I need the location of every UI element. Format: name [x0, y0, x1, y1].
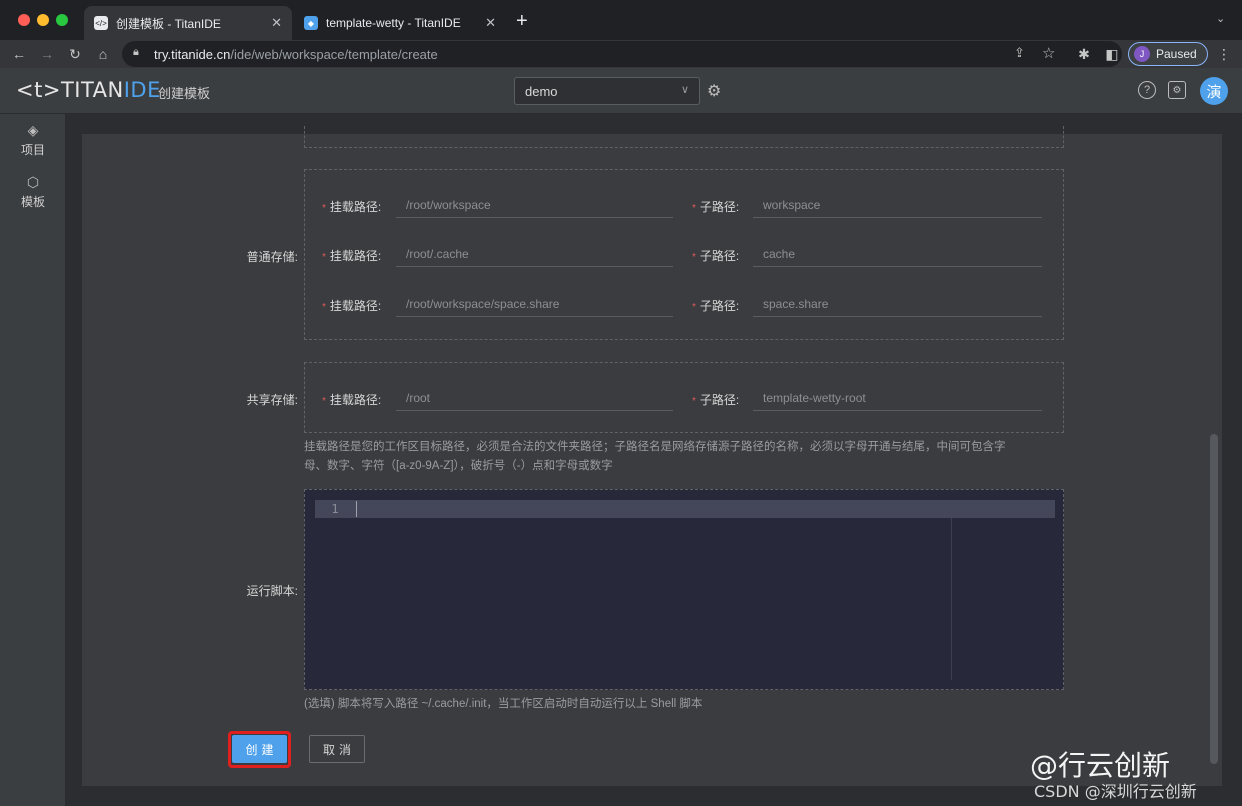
editor-line-number: 1: [331, 502, 339, 516]
sub-path-label: * 子路径:: [692, 200, 740, 214]
titan-icon: </>: [94, 16, 108, 30]
watermark-subtitle: CSDN @深圳行云创新: [1034, 782, 1197, 801]
close-tab-icon[interactable]: ✕: [485, 15, 496, 31]
sidebar-item-label: 模板: [20, 195, 45, 209]
highlight-box: [228, 731, 291, 768]
lock-icon: 🔒︎: [133, 46, 139, 58]
console-settings-icon[interactable]: ⚙: [1168, 81, 1186, 99]
sub-path-label: * 子路径:: [692, 393, 740, 407]
browser-tab-strip: </> 创建模板 - TitanIDE ✕ ◆ template-wetty -…: [0, 0, 1242, 40]
mount-path-label: * 挂载路径:: [322, 249, 382, 263]
share-icon[interactable]: ⇪: [1014, 45, 1025, 61]
user-avatar[interactable]: 演: [1200, 77, 1228, 105]
tab-title: 创建模板 - TitanIDE: [116, 16, 221, 31]
side-panel-icon[interactable]: ◧: [1102, 44, 1122, 64]
mount-path-input[interactable]: /root: [396, 387, 673, 411]
normal-storage-label: 普通存储:: [246, 250, 298, 264]
profile-button[interactable]: J Paused: [1128, 42, 1208, 66]
script-hint: (选填) 脚本将写入路径 ~/.cache/.init，当工作区启动时自动运行以…: [304, 698, 703, 710]
sub-path-input[interactable]: workspace: [753, 194, 1042, 218]
mount-path-label: * 挂载路径:: [322, 393, 382, 407]
layers-icon: ◈: [27, 122, 39, 138]
mount-path-label: * 挂载路径:: [322, 200, 382, 214]
workspace-select[interactable]: demo ∨: [514, 77, 700, 105]
window-close-button[interactable]: [18, 14, 30, 26]
url-path: /ide/web/workspace/template/create: [230, 46, 438, 62]
url-host: try.titanide.cn: [154, 46, 231, 62]
settings-gear-icon[interactable]: ⚙: [707, 81, 721, 101]
close-tab-icon[interactable]: ✕: [271, 15, 282, 31]
sidebar-item-label: 项目: [20, 143, 45, 157]
scrollbar[interactable]: [1210, 434, 1218, 764]
help-icon[interactable]: ?: [1138, 81, 1156, 99]
browser-menu-icon[interactable]: ⋮: [1214, 44, 1234, 64]
tab-title: template-wetty - TitanIDE: [326, 16, 461, 30]
app-header: <t>TITANIDE 创建模板 demo ∨ ⚙ ? ⚙ 演: [0, 68, 1242, 114]
mount-path-input[interactable]: /root/workspace/space.share: [396, 293, 673, 317]
reload-icon[interactable]: ↻: [65, 44, 85, 64]
cancel-button[interactable]: 取消: [309, 735, 365, 763]
editor-current-line: [315, 500, 1055, 518]
new-tab-button[interactable]: +: [516, 10, 528, 33]
logo-brand: TITAN: [60, 78, 124, 102]
back-icon[interactable]: ←: [9, 44, 29, 64]
sub-path-input[interactable]: cache: [753, 243, 1042, 267]
titanide-logo[interactable]: <t>TITANIDE: [16, 78, 161, 102]
mount-path-input[interactable]: /root/.cache: [396, 243, 673, 267]
profile-status: Paused: [1156, 47, 1197, 61]
extensions-puzzle-icon[interactable]: ✱: [1074, 44, 1094, 64]
cube-icon: ◆: [304, 16, 318, 30]
bookmark-star-icon[interactable]: ☆: [1042, 44, 1055, 62]
storage-hint: 挂载路径是您的工作区目标路径，必须是合法的文件夹路径；子路径名是网络存储源子路径…: [304, 438, 1064, 476]
home-icon[interactable]: ⌂: [93, 44, 113, 64]
browser-toolbar: ← → ↻ ⌂ 🔒︎ try.titanide.cn/ide/web/works…: [0, 40, 1242, 68]
editor-cursor: [356, 501, 357, 517]
mount-path-input[interactable]: /root/workspace: [396, 194, 673, 218]
sidebar-item-projects[interactable]: ◈ 项目: [0, 122, 66, 158]
storage-hint-line: 挂载路径是您的工作区目标路径，必须是合法的文件夹路径；子路径名是网络存储源子路径…: [304, 441, 1006, 453]
storage-hint-line: 母、数字、字符（[a-z0-9A-Z]），破折号（-）点和字母或数字: [304, 460, 613, 472]
address-bar[interactable]: 🔒︎ try.titanide.cn/ide/web/workspace/tem…: [122, 41, 1122, 67]
script-editor[interactable]: 1: [304, 489, 1064, 690]
run-script-label: 运行脚本:: [246, 584, 298, 598]
sub-path-input[interactable]: template-wetty-root: [753, 387, 1042, 411]
browser-tab-active[interactable]: </> 创建模板 - TitanIDE ✕: [84, 6, 292, 40]
logo-accent: IDE: [123, 78, 161, 102]
sidebar: ◈ 项目 ⬡ 模板: [0, 114, 66, 806]
forward-icon[interactable]: →: [37, 44, 57, 64]
logo-mark: <t>: [16, 78, 61, 102]
shared-storage-label: 共享存储:: [246, 393, 298, 407]
sidebar-item-templates[interactable]: ⬡ 模板: [0, 174, 66, 210]
mount-path-label: * 挂载路径:: [322, 299, 382, 313]
sub-path-label: * 子路径:: [692, 249, 740, 263]
sub-path-input[interactable]: space.share: [753, 293, 1042, 317]
browser-tab[interactable]: ◆ template-wetty - TitanIDE ✕: [294, 6, 506, 40]
profile-avatar: J: [1134, 46, 1150, 62]
editor-ruler: [951, 518, 952, 680]
page-title: 创建模板: [158, 86, 211, 101]
chevron-down-icon: ∨: [680, 84, 689, 96]
sub-path-label: * 子路径:: [692, 299, 740, 313]
workspace-select-value: demo: [525, 84, 558, 99]
window-minimize-button[interactable]: [37, 14, 49, 26]
previous-section-box: [304, 126, 1064, 148]
box-icon: ⬡: [26, 174, 40, 190]
tab-search-chevron-icon[interactable]: ⌄: [1216, 12, 1225, 25]
window-zoom-button[interactable]: [56, 14, 68, 26]
